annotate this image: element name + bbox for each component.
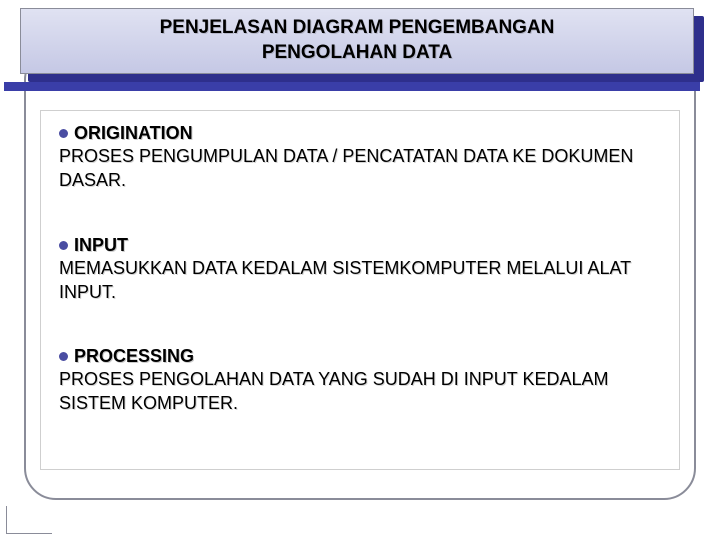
title-bar: PENJELASAN DIAGRAM PENGEMBANGAN PENGOLAH…: [20, 8, 700, 82]
item-heading: ORIGINATION: [74, 123, 193, 144]
item-heading: INPUT: [74, 235, 128, 256]
bullet-icon: [59, 352, 68, 361]
slide-title: PENJELASAN DIAGRAM PENGEMBANGAN PENGOLAH…: [160, 16, 555, 65]
corner-mark: [6, 506, 52, 534]
list-item: PROCESSING PROSES PENGOLAHAN DATA YANG S…: [59, 346, 661, 416]
bullet-icon: [59, 129, 68, 138]
list-item-head: INPUT: [59, 235, 661, 256]
title-underline: [4, 82, 700, 91]
list-item-head: PROCESSING: [59, 346, 661, 367]
title-bar-face: PENJELASAN DIAGRAM PENGEMBANGAN PENGOLAH…: [20, 8, 694, 74]
list-item: INPUT MEMASUKKAN DATA KEDALAM SISTEMKOMP…: [59, 235, 661, 305]
content-box: ORIGINATION PROSES PENGUMPULAN DATA / PE…: [40, 110, 680, 470]
bullet-icon: [59, 241, 68, 250]
item-heading: PROCESSING: [74, 346, 194, 367]
slide: PENJELASAN DIAGRAM PENGEMBANGAN PENGOLAH…: [0, 0, 720, 540]
item-body: PROSES PENGUMPULAN DATA / PENCATATAN DAT…: [59, 144, 661, 193]
list-item-head: ORIGINATION: [59, 123, 661, 144]
list-item: ORIGINATION PROSES PENGUMPULAN DATA / PE…: [59, 123, 661, 193]
item-body: PROSES PENGOLAHAN DATA YANG SUDAH DI INP…: [59, 367, 661, 416]
item-body: MEMASUKKAN DATA KEDALAM SISTEMKOMPUTER M…: [59, 256, 661, 305]
